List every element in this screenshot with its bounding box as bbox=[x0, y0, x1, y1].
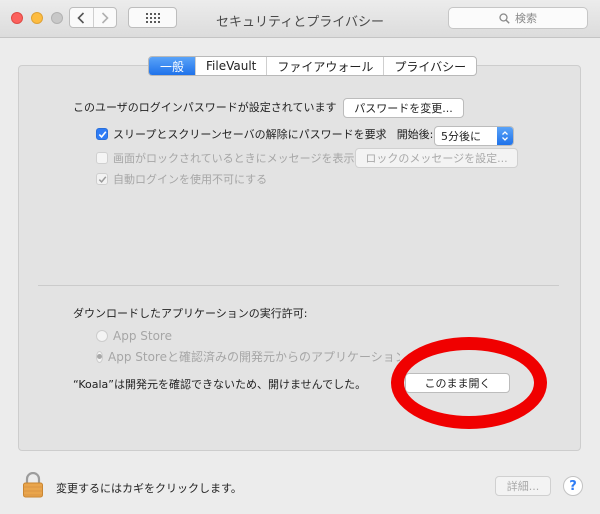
forward-button[interactable] bbox=[92, 8, 117, 27]
password-row: このユーザのログインパスワードが設定されています bbox=[73, 99, 336, 115]
window-title: セキュリティとプライバシー bbox=[216, 15, 384, 30]
password-status-label: このユーザのログインパスワードが設定されています bbox=[73, 101, 337, 114]
require-password-checkbox[interactable] bbox=[96, 128, 108, 140]
downloads-heading: ダウンロードしたアプリケーションの実行許可: bbox=[73, 305, 308, 321]
close-window-button[interactable] bbox=[11, 12, 23, 24]
show-message-label: 画面がロックされているときにメッセージを表示 bbox=[113, 152, 355, 165]
help-icon: ? bbox=[569, 478, 577, 494]
tab-firewall[interactable]: ファイアウォール bbox=[266, 57, 383, 75]
radio-identified-label: App Storeと確認済みの開発元からのアプリケーションを許 bbox=[108, 350, 400, 364]
show-all-button[interactable] bbox=[128, 7, 177, 28]
disable-autologin-checkbox[interactable] bbox=[96, 173, 108, 185]
lock-icon[interactable] bbox=[22, 472, 44, 498]
radio-app-store-row: App Store bbox=[96, 329, 172, 343]
disable-autologin-label: 自動ログインを使用不可にする bbox=[113, 173, 268, 186]
radio-identified-row: App Storeと確認済みの開発元からのアプリケーションを許 bbox=[96, 348, 400, 365]
checkmark-icon bbox=[98, 175, 106, 183]
require-password-row: スリープとスクリーンセーバの解除にパスワードを要求 開始後: bbox=[96, 126, 433, 142]
chevron-right-icon bbox=[101, 11, 109, 24]
require-delay-select[interactable]: 5分後に bbox=[434, 126, 514, 146]
search-placeholder: 検索 bbox=[515, 12, 537, 25]
show-message-row: 画面がロックされているときにメッセージを表示 bbox=[96, 150, 354, 166]
tab-filevault[interactable]: FileVault bbox=[195, 57, 266, 75]
change-password-button[interactable]: パスワードを変更... bbox=[343, 98, 464, 118]
require-password-label: スリープとスクリーンセーバの解除にパスワードを要求 bbox=[113, 128, 387, 141]
tab-privacy[interactable]: プライバシー bbox=[383, 57, 476, 75]
set-lock-message-button[interactable]: ロックのメッセージを設定... bbox=[355, 148, 518, 168]
zoom-window-button[interactable] bbox=[51, 12, 63, 24]
checkmark-icon bbox=[98, 130, 106, 138]
help-button[interactable]: ? bbox=[563, 476, 583, 496]
lock-hint-label: 変更するにはカギをクリックします。 bbox=[56, 482, 242, 495]
downloads-heading-label: ダウンロードしたアプリケーションの実行許可: bbox=[73, 307, 308, 320]
search-icon bbox=[499, 12, 510, 24]
chevron-left-icon bbox=[77, 11, 85, 24]
content-panel bbox=[18, 65, 581, 451]
grid-icon bbox=[145, 12, 160, 23]
minimize-window-button[interactable] bbox=[31, 12, 43, 24]
blocked-app-message: “Koala”は開発元を確認できないため、開けませんでした。 bbox=[73, 378, 367, 391]
radio-app-store[interactable] bbox=[96, 330, 108, 342]
navigation-buttons bbox=[69, 7, 117, 28]
select-arrows-icon bbox=[497, 127, 513, 145]
radio-identified-developers[interactable] bbox=[96, 350, 103, 363]
require-after-label: 開始後: bbox=[396, 128, 434, 141]
require-delay-value: 5分後に bbox=[441, 130, 481, 143]
radio-app-store-label: App Store bbox=[113, 329, 172, 343]
tab-general[interactable]: 一般 bbox=[149, 57, 196, 75]
blocked-app-row: “Koala”は開発元を確認できないため、開けませんでした。 bbox=[73, 376, 366, 392]
tab-bar: 一般 FileVault ファイアウォール プライバシー bbox=[148, 56, 478, 76]
advanced-button[interactable]: 詳細... bbox=[495, 476, 551, 496]
disable-autologin-row: 自動ログインを使用不可にする bbox=[96, 171, 267, 187]
show-message-checkbox[interactable] bbox=[96, 152, 108, 164]
back-button[interactable] bbox=[70, 8, 93, 27]
search-field[interactable]: 検索 bbox=[448, 7, 588, 29]
open-anyway-button[interactable]: このまま開く bbox=[405, 373, 510, 393]
section-divider bbox=[38, 285, 559, 286]
title-bar: セキュリティとプライバシー 検索 bbox=[0, 0, 600, 38]
